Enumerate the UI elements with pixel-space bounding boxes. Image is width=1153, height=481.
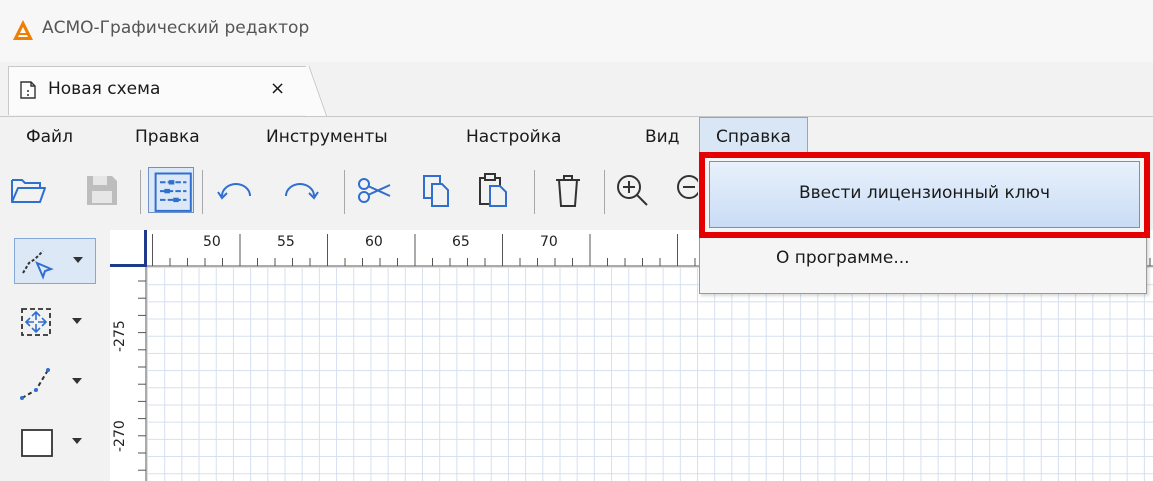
menu-settings[interactable]: Настройка [466,127,561,147]
ruler-label: 50 [203,234,221,250]
tab-close-button[interactable]: × [270,78,285,99]
copy-icon[interactable] [416,170,456,210]
menu-file[interactable]: Файл [26,127,73,147]
app-title: АСМО-Графический редактор [42,18,310,38]
resize-tool-icon[interactable] [14,300,96,346]
ruler-label: -275 [112,320,128,352]
toolbar-separator [534,170,535,214]
menu-view[interactable]: Вид [645,127,679,147]
redo-icon[interactable] [280,170,320,210]
menu-tools[interactable]: Инструменты [266,127,388,147]
save-icon[interactable] [82,170,122,210]
toolbar-separator [202,170,203,214]
delete-icon[interactable] [548,170,588,210]
ruler-label: 65 [452,234,470,250]
tab-label: Новая схема [48,79,161,99]
zoom-out-icon[interactable] [672,170,698,210]
drawing-canvas[interactable] [147,267,1153,481]
toolbar-separator [344,170,345,214]
ruler-corner [110,230,147,267]
asmo-logo-icon [13,20,33,40]
tab-edge [306,65,328,117]
highlight-frame [699,152,1150,238]
about-program-label: О программе... [776,248,910,268]
cut-icon[interactable] [354,170,394,210]
line-tool-icon[interactable] [14,360,96,406]
ruler-label: 60 [365,234,383,250]
menu-help[interactable]: Справка [699,117,808,155]
ruler-label: 70 [540,234,558,250]
ruler-label: 55 [277,234,295,250]
menu-edit[interactable]: Правка [135,127,200,147]
about-program-item[interactable]: О программе... [700,238,1146,288]
pointer-tool-icon[interactable] [14,238,96,284]
grid-toggle-icon[interactable] [148,167,194,213]
zoom-in-icon[interactable] [612,170,652,210]
toolbar-separator [604,170,605,214]
rectangle-tool-icon[interactable] [14,420,96,466]
document-icon [20,81,36,99]
undo-icon[interactable] [216,170,256,210]
ruler-label: -270 [112,420,128,452]
open-folder-icon[interactable] [8,170,48,210]
paste-icon[interactable] [474,170,514,210]
toolbar-separator [140,170,141,214]
